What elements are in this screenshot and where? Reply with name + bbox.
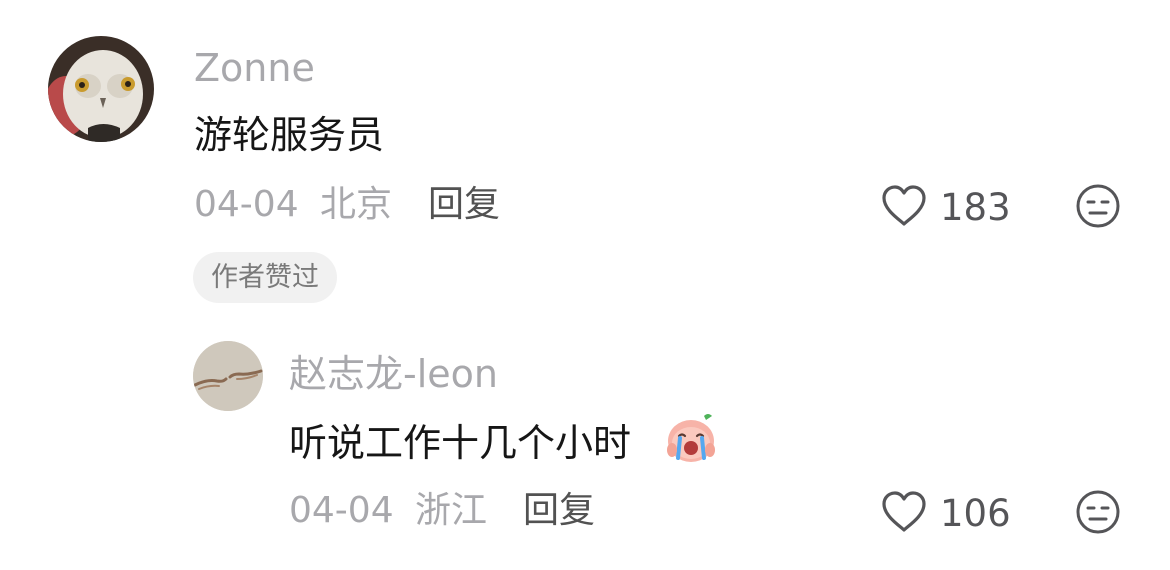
author-liked-badge: 作者赞过 (193, 252, 337, 303)
comment-location: 北京 (320, 184, 393, 225)
heart-outline-icon (882, 185, 926, 226)
avatar-zonne[interactable] (48, 36, 154, 142)
reply-date: 04-04 (289, 490, 394, 531)
reply-dislike-button[interactable] (1075, 489, 1121, 535)
heart-outline-icon (882, 491, 926, 532)
reply-location: 浙江 (415, 490, 488, 531)
comment-date: 04-04 (194, 184, 299, 225)
avatar-reply-user[interactable] (193, 341, 263, 411)
reply-text: 听说工作十几个小时 (289, 421, 632, 465)
reply-like-count: 106 (940, 492, 1011, 535)
comment-text: 游轮服务员 (194, 113, 385, 157)
neutral-face-icon (1076, 490, 1120, 534)
neutral-face-icon (1076, 184, 1120, 228)
owl-avatar-image (48, 36, 154, 142)
reply-like-button[interactable] (880, 490, 928, 534)
reply-username[interactable]: 赵志龙-leon (289, 355, 498, 393)
creation-hands-avatar-image (193, 341, 263, 411)
reply-reply-button[interactable]: 回复 (523, 493, 595, 529)
comment-dislike-button[interactable] (1075, 183, 1121, 229)
comment-reply-button[interactable]: 回复 (428, 187, 500, 223)
crying-peach-emoji (664, 410, 718, 464)
comment-like-count: 183 (940, 186, 1011, 229)
comment-like-button[interactable] (880, 184, 928, 228)
comment-username[interactable]: Zonne (194, 49, 315, 87)
